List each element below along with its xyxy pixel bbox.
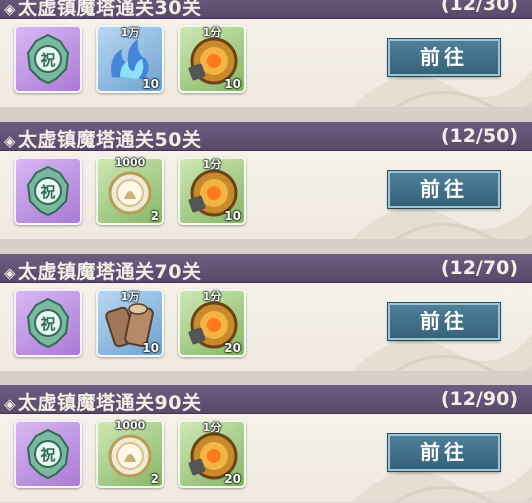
go-button[interactable]: 前往 bbox=[388, 39, 500, 76]
card-divider bbox=[0, 107, 532, 122]
reward-item[interactable]: 祝 bbox=[14, 25, 82, 93]
reward-count: 20 bbox=[224, 472, 241, 486]
task-body: 祝 1万 10 1分 20 前往 bbox=[0, 283, 532, 371]
task-header: ◈ 太虚镇魔塔通关50关 (12/50) bbox=[0, 122, 532, 151]
task-card-70: ◈ 太虚镇魔塔通关70关 (12/70) 祝 1万 10 1分 20 前往 bbox=[0, 254, 532, 371]
reward-count: 10 bbox=[224, 209, 241, 223]
blessing-charm-icon: 祝 bbox=[26, 428, 70, 480]
reward-count: 2 bbox=[150, 209, 159, 223]
svg-text:祝: 祝 bbox=[40, 51, 55, 69]
reward-tag: 1万 bbox=[120, 290, 140, 303]
reward-item[interactable]: 1分 10 bbox=[178, 157, 246, 225]
reward-tag: 1万 bbox=[120, 26, 140, 39]
task-title: 太虚镇魔塔通关50关 bbox=[18, 129, 202, 151]
go-button[interactable]: 前往 bbox=[388, 434, 500, 471]
reward-count: 10 bbox=[224, 77, 241, 91]
reward-tag: 1分 bbox=[202, 290, 222, 303]
task-progress: (12/50) bbox=[440, 125, 518, 147]
diamond-bullet-icon: ◈ bbox=[4, 132, 17, 150]
reward-count: 20 bbox=[224, 341, 241, 355]
reward-item[interactable]: 1000 2 bbox=[96, 156, 164, 225]
task-card-90: ◈ 太虚镇魔塔通关90关 (12/90) 祝 1000 2 1分 20 前往 bbox=[0, 385, 532, 502]
svg-text:祝: 祝 bbox=[40, 183, 55, 201]
reward-item[interactable]: 祝 bbox=[14, 420, 82, 488]
blessing-charm-icon: 祝 bbox=[26, 33, 70, 85]
task-header: ◈ 太虚镇魔塔通关30关 (12/30) bbox=[0, 0, 532, 19]
task-progress: (12/90) bbox=[440, 388, 518, 410]
diamond-bullet-icon: ◈ bbox=[4, 264, 17, 282]
blessing-charm-icon: 祝 bbox=[26, 297, 70, 349]
reward-tag: 1000 bbox=[114, 419, 146, 432]
task-body: 祝 1000 2 1分 10 前往 bbox=[0, 151, 532, 239]
task-title: 太虚镇魔塔通关90关 bbox=[18, 392, 202, 414]
reward-tag: 1000 bbox=[114, 156, 146, 169]
reward-count: 2 bbox=[150, 472, 159, 486]
task-card-30: ◈ 太虚镇魔塔通关30关 (12/30) 祝 1万 10 1分 10 前往 bbox=[0, 0, 532, 107]
reward-item[interactable]: 1分 20 bbox=[178, 289, 246, 357]
reward-tag: 1分 bbox=[202, 158, 222, 171]
blessing-charm-icon: 祝 bbox=[26, 165, 70, 217]
task-progress: (12/30) bbox=[440, 0, 518, 15]
reward-item[interactable]: 1分 10 bbox=[178, 25, 246, 93]
reward-tag: 1分 bbox=[202, 421, 222, 434]
svg-text:祝: 祝 bbox=[40, 446, 55, 464]
diamond-bullet-icon: ◈ bbox=[4, 395, 17, 413]
task-header: ◈ 太虚镇魔塔通关90关 (12/90) bbox=[0, 385, 532, 414]
reward-item[interactable]: 1万 10 bbox=[96, 25, 164, 93]
task-header: ◈ 太虚镇魔塔通关70关 (12/70) bbox=[0, 254, 532, 283]
reward-count: 10 bbox=[142, 341, 159, 355]
reward-item[interactable]: 1分 20 bbox=[178, 420, 246, 488]
task-progress: (12/70) bbox=[440, 257, 518, 279]
reward-item[interactable]: 1万 10 bbox=[96, 289, 164, 357]
card-divider bbox=[0, 239, 532, 254]
reward-item[interactable]: 祝 bbox=[14, 157, 82, 225]
task-title: 太虚镇魔塔通关70关 bbox=[18, 261, 202, 283]
card-divider bbox=[0, 371, 532, 386]
reward-item[interactable]: 祝 bbox=[14, 289, 82, 357]
go-button[interactable]: 前往 bbox=[388, 303, 500, 340]
go-button[interactable]: 前往 bbox=[388, 171, 500, 208]
reward-tag: 1分 bbox=[202, 26, 222, 39]
task-title: 太虚镇魔塔通关30关 bbox=[18, 0, 202, 19]
reward-item[interactable]: 1000 2 bbox=[96, 419, 164, 488]
task-body: 祝 1000 2 1分 20 前往 bbox=[0, 414, 532, 502]
task-card-50: ◈ 太虚镇魔塔通关50关 (12/50) 祝 1000 2 1分 10 前往 bbox=[0, 122, 532, 239]
diamond-bullet-icon: ◈ bbox=[4, 0, 17, 18]
task-body: 祝 1万 10 1分 10 前往 bbox=[0, 19, 532, 107]
reward-count: 10 bbox=[142, 77, 159, 91]
svg-text:祝: 祝 bbox=[40, 315, 55, 333]
